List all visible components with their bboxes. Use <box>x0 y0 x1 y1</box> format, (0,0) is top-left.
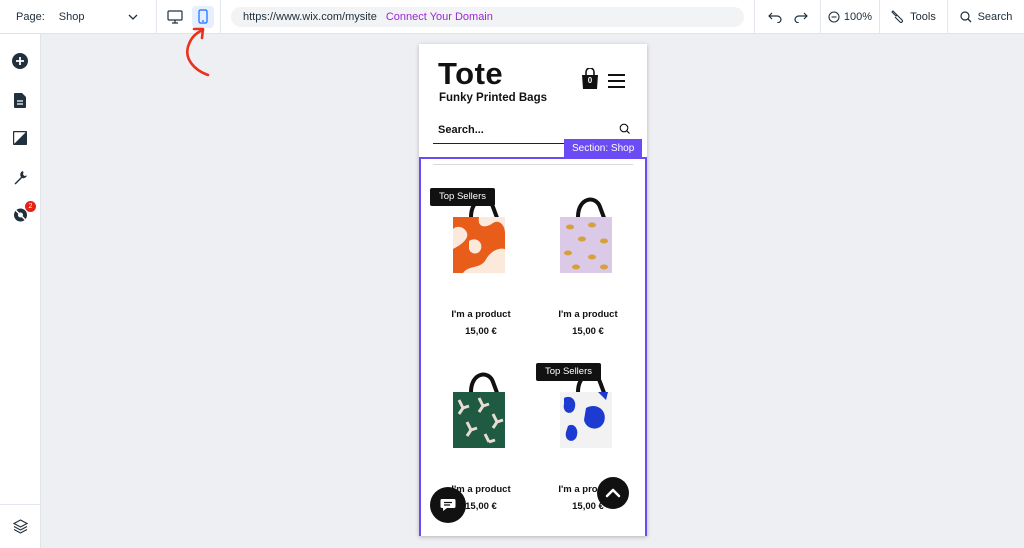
pages-button[interactable] <box>11 91 29 109</box>
chevron-down-icon <box>128 14 138 20</box>
site-url: https://www.wix.com/mysite <box>243 10 377 23</box>
pages-icon <box>14 92 26 108</box>
cart-count: 0 <box>587 76 593 85</box>
editor-left-bar: 2 <box>0 34 41 548</box>
chat-button[interactable] <box>430 487 466 523</box>
url-section: https://www.wix.com/mysite Connect Your … <box>221 0 755 33</box>
mobile-site-preview: Tote Funky Printed Bags 0 Search... I'm … <box>419 44 647 536</box>
section-label-tag[interactable]: Section: Shop <box>564 139 643 158</box>
zoom-out-icon <box>828 10 840 23</box>
search-icon <box>959 10 972 22</box>
tools-label: Tools <box>910 10 936 23</box>
product-image <box>560 197 612 273</box>
hidden-count-badge: 2 <box>25 201 36 212</box>
desktop-icon <box>166 9 183 24</box>
settings-button[interactable] <box>11 168 29 186</box>
site-search-placeholder: Search... <box>438 124 484 136</box>
product-image <box>453 372 505 448</box>
chat-icon <box>440 499 456 511</box>
page-selector[interactable]: Page: Shop <box>0 0 157 33</box>
page-selector-label: Page: <box>16 10 45 23</box>
product-ribbon: Top Sellers <box>536 363 601 381</box>
annotation-arrow <box>186 27 210 77</box>
search-button[interactable]: Search <box>948 0 1024 33</box>
back-to-top-button[interactable] <box>597 477 629 509</box>
history-controls <box>755 0 821 33</box>
hidden-elements-button[interactable]: 2 <box>11 201 36 224</box>
product-name[interactable]: I'm a product <box>429 309 533 320</box>
editor-top-bar: Page: Shop https://www.wix.com/mysite Co… <box>0 0 1024 34</box>
desktop-view-button[interactable] <box>164 6 186 28</box>
search-icon <box>619 123 630 134</box>
connect-domain-link[interactable]: Connect Your Domain <box>386 11 493 23</box>
add-icon <box>12 53 28 69</box>
tools-button[interactable]: Tools <box>880 0 948 33</box>
product-price: 15,00 € <box>465 326 497 337</box>
mobile-view-button[interactable] <box>191 5 214 28</box>
settings-icon <box>14 170 27 184</box>
back-to-top-icon <box>605 488 621 498</box>
layers-icon <box>13 519 28 534</box>
design-button[interactable] <box>11 129 29 147</box>
product-price: 15,00 € <box>572 326 604 337</box>
search-label: Search <box>977 10 1013 23</box>
url-bar[interactable]: https://www.wix.com/mysite Connect Your … <box>231 6 744 27</box>
redo-icon[interactable] <box>793 11 808 23</box>
undo-icon[interactable] <box>767 11 782 23</box>
product-ribbon: Top Sellers <box>430 188 495 206</box>
tools-icon <box>891 10 904 23</box>
design-icon <box>13 131 27 145</box>
site-subtitle[interactable]: Funky Printed Bags <box>439 92 547 104</box>
add-elements-button[interactable] <box>11 52 29 70</box>
cart-button[interactable]: 0 <box>581 67 599 90</box>
zoom-control[interactable]: 100% <box>821 0 880 33</box>
page-selector-value: Shop <box>58 10 85 23</box>
product-name[interactable]: I'm a product <box>536 309 640 320</box>
zoom-value: 100% <box>843 10 873 23</box>
site-title[interactable]: Tote <box>438 56 503 92</box>
section-divider <box>433 164 633 165</box>
layers-button[interactable] <box>0 504 41 548</box>
mobile-icon <box>197 9 208 24</box>
menu-icon[interactable] <box>608 74 625 88</box>
